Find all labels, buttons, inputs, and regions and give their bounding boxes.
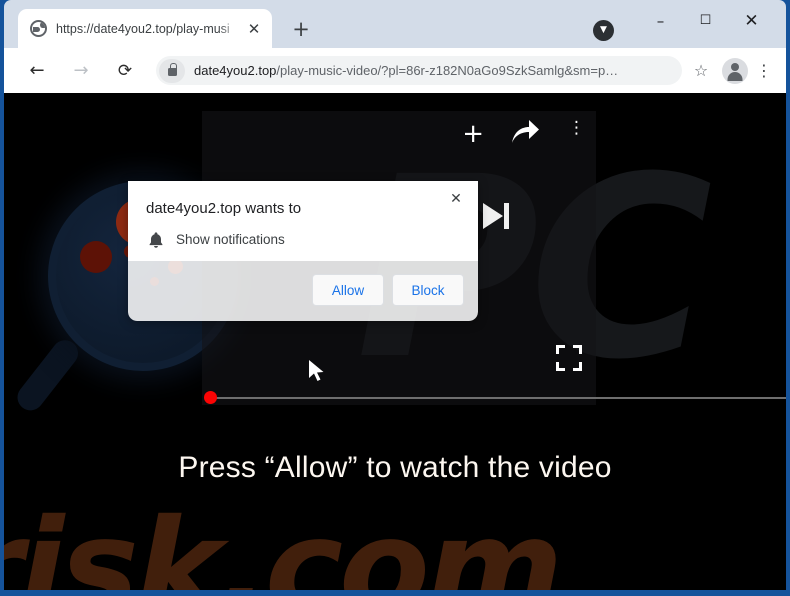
- kebab-menu-icon[interactable]: ⋮: [752, 61, 776, 80]
- germ-dot: [80, 241, 112, 273]
- profile-icon[interactable]: [722, 57, 748, 84]
- progress-track[interactable]: [212, 397, 786, 399]
- forward-arrow-icon: →: [73, 59, 89, 81]
- browser-toolbar: ← → ⟳ date4you2.top/play-music-video/?pl…: [4, 48, 786, 93]
- lock-icon[interactable]: [159, 58, 185, 83]
- reload-icon[interactable]: ⟳: [110, 56, 140, 86]
- dialog-title: date4you2.top wants to: [146, 200, 302, 217]
- player-more-icon[interactable]: ⋮: [568, 119, 585, 137]
- magnifier-handle: [12, 334, 84, 416]
- bookmark-star-icon[interactable]: ☆: [688, 61, 714, 80]
- bell-icon: [147, 231, 165, 249]
- add-to-playlist-icon[interactable]: +: [462, 121, 484, 147]
- progress-bar[interactable]: [204, 391, 786, 405]
- watermark-lower: risk.com: [4, 491, 563, 590]
- close-icon[interactable]: ✕: [244, 19, 264, 39]
- notification-permission-dialog: ✕ date4you2.top wants to Show notificati…: [128, 181, 478, 321]
- share-arrow-icon[interactable]: [510, 117, 540, 150]
- maximize-button[interactable]: ☐: [683, 6, 728, 36]
- permission-label: Show notifications: [176, 232, 285, 247]
- globe-icon: [30, 20, 47, 37]
- new-tab-button[interactable]: +: [289, 18, 313, 42]
- url-path: /play-music-video/?pl=86r-z182N0aGo9SzkS…: [276, 63, 619, 78]
- block-button[interactable]: Block: [392, 274, 464, 306]
- next-track-icon[interactable]: [481, 199, 511, 238]
- browser-tab[interactable]: https://date4you2.top/play-musi ✕: [18, 9, 272, 48]
- back-arrow-icon[interactable]: ←: [22, 56, 52, 86]
- address-bar[interactable]: date4you2.top/play-music-video/?pl=86r-z…: [156, 56, 682, 85]
- close-icon[interactable]: ✕: [444, 187, 468, 211]
- fullscreen-icon[interactable]: [556, 345, 582, 371]
- dialog-background-top: [128, 181, 478, 261]
- close-window-button[interactable]: ✕: [729, 6, 774, 36]
- progress-knob[interactable]: [204, 391, 217, 404]
- minimize-button[interactable]: –: [638, 6, 683, 36]
- page-viewport: PC risk.com + ⋮: [4, 93, 786, 590]
- url-text: date4you2.top/play-music-video/?pl=86r-z…: [194, 63, 618, 78]
- page-headline: Press “Allow” to watch the video: [178, 451, 612, 484]
- url-host: date4you2.top: [194, 63, 277, 78]
- tab-title: https://date4you2.top/play-musi: [56, 21, 230, 36]
- allow-button[interactable]: Allow: [312, 274, 384, 306]
- browser-window: https://date4you2.top/play-musi ✕ + ▼ – …: [0, 0, 790, 596]
- tab-strip: https://date4you2.top/play-musi ✕ + ▼ – …: [4, 0, 786, 48]
- mouse-cursor-icon: [308, 359, 326, 383]
- chevron-down-icon[interactable]: ▼: [593, 20, 614, 41]
